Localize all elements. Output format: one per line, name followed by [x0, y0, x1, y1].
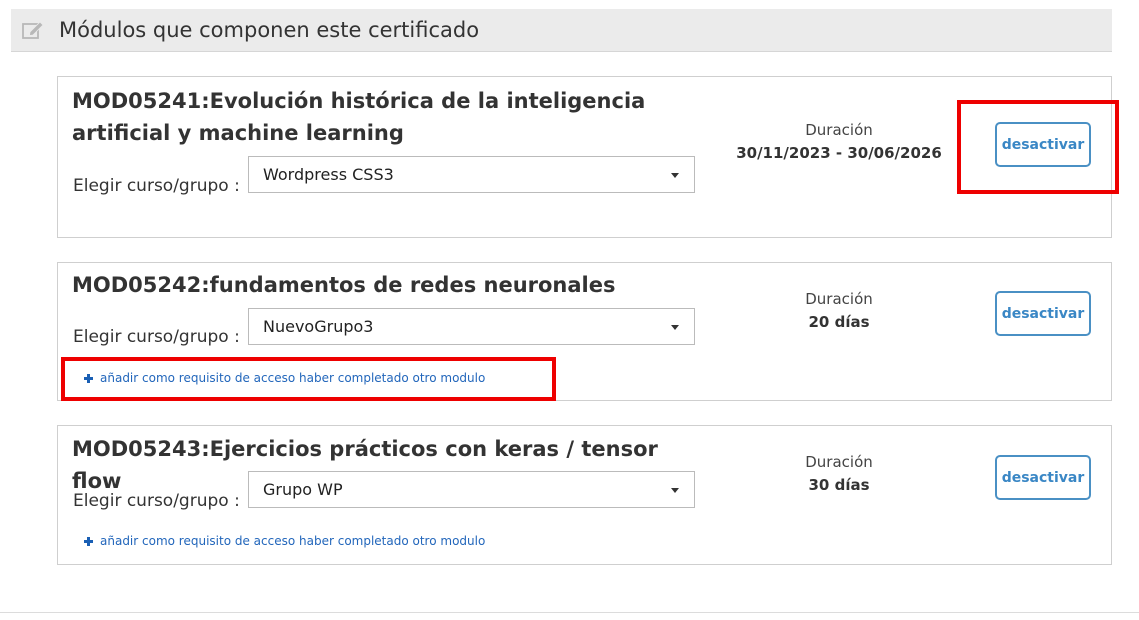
group-select[interactable]: Wordpress CSS3 — [248, 156, 695, 193]
choose-group-label: Elegir curso/grupo : — [73, 176, 240, 196]
deactivate-button[interactable]: desactivar — [995, 455, 1091, 500]
add-requirement-label: añadir como requisito de acceso haber co… — [100, 534, 486, 548]
section-header: Módulos que componen este certificado — [11, 9, 1112, 52]
duration-block: Duración 20 días — [709, 288, 969, 334]
choose-group-label: Elegir curso/grupo : — [73, 327, 240, 347]
chevron-down-icon — [671, 488, 679, 493]
choose-group-label: Elegir curso/grupo : — [73, 491, 240, 511]
module-card: MOD05243:Ejercicios prácticos con keras … — [57, 425, 1112, 565]
duration-label: Duración — [805, 290, 873, 308]
duration-value: 30/11/2023 - 30/06/2026 — [736, 144, 942, 162]
highlight-annotation — [61, 357, 556, 401]
module-title: MOD05241:Evolución histórica de la intel… — [72, 89, 646, 145]
deactivate-button[interactable]: desactivar — [995, 291, 1091, 336]
chevron-down-icon — [671, 325, 679, 330]
duration-value: 30 días — [808, 476, 870, 494]
group-select-value: NuevoGrupo3 — [263, 317, 374, 336]
module-title: MOD05242:fundamentos de redes neuronales — [72, 273, 616, 297]
plus-icon — [84, 536, 93, 546]
add-requirement-link[interactable]: añadir como requisito de acceso haber co… — [84, 534, 485, 548]
duration-block: Duración 30 días — [709, 451, 969, 497]
chevron-down-icon — [671, 173, 679, 178]
group-select[interactable]: Grupo WP — [248, 471, 695, 508]
duration-label: Duración — [805, 453, 873, 471]
edit-icon — [22, 21, 44, 39]
highlight-annotation — [957, 100, 1119, 194]
group-select-value: Grupo WP — [263, 480, 343, 499]
divider — [0, 612, 1139, 613]
duration-value: 20 días — [808, 313, 870, 331]
duration-label: Duración — [805, 121, 873, 139]
module-card: MOD05241:Evolución histórica de la intel… — [57, 76, 1112, 238]
duration-block: Duración 30/11/2023 - 30/06/2026 — [709, 119, 969, 165]
section-title: Módulos que componen este certificado — [59, 18, 480, 42]
group-select[interactable]: NuevoGrupo3 — [248, 308, 695, 345]
group-select-value: Wordpress CSS3 — [263, 165, 394, 184]
